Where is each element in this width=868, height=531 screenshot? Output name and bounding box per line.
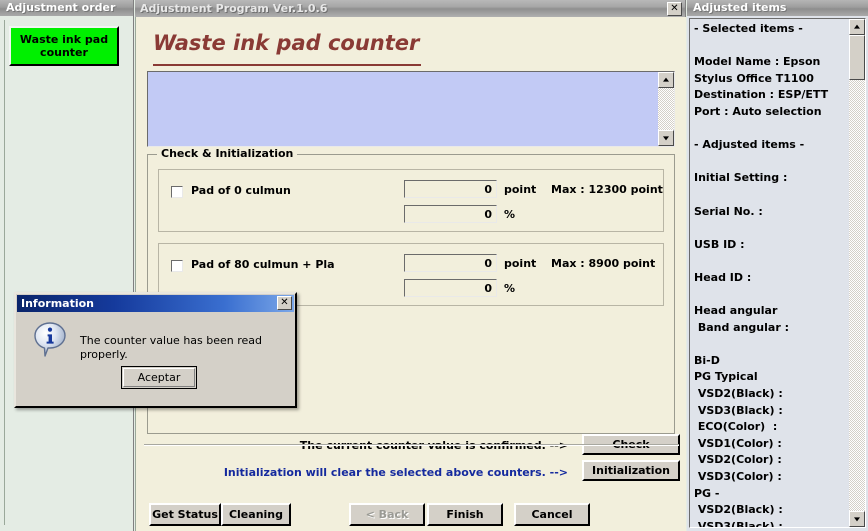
adjustment-order-caption: Adjustment order — [0, 0, 133, 16]
scroll-up-icon[interactable] — [849, 19, 865, 35]
scroll-down-icon[interactable] — [849, 511, 865, 527]
pad-1-point-field[interactable]: 0 — [404, 254, 497, 272]
information-dialog-title: Information — [21, 297, 94, 310]
pad-0-checkbox[interactable] — [171, 186, 183, 198]
adjustment-order-panel: Adjustment order Waste ink pad counter — [0, 0, 134, 531]
close-icon[interactable]: ✕ — [277, 296, 292, 310]
back-button: < Back — [349, 503, 425, 526]
adjusted-items-listbox[interactable]: - Selected items - Model Name : Epson St… — [689, 18, 866, 528]
pad-1-checkbox[interactable] — [171, 260, 183, 272]
waste-ink-pad-counter-button[interactable]: Waste ink pad counter — [9, 26, 119, 66]
main-window-titlebar: Adjustment Program Ver.1.0.6 ✕ — [135, 0, 685, 17]
main-window-body: Waste ink pad counter Check & Initializa… — [135, 17, 686, 531]
adjusted-items-text: - Selected items - Model Name : Epson St… — [694, 22, 829, 527]
information-dialog-message: The counter value has been read properly… — [80, 334, 263, 361]
accept-button-label: Aceptar — [123, 368, 195, 387]
pad-0-point-field[interactable]: 0 — [404, 180, 497, 198]
initialization-button[interactable]: Initialization — [582, 460, 680, 481]
pad-1-percent-unit: % — [504, 282, 516, 295]
pad-1-max-label: Max : 8900 point — [551, 257, 656, 270]
adjusted-items-caption: Adjusted items — [687, 0, 868, 16]
group-title: Check & Initialization — [157, 147, 298, 160]
cleaning-button[interactable]: Cleaning — [221, 503, 291, 526]
scrollbar-thumb[interactable] — [849, 35, 865, 80]
log-textarea-wrapper — [147, 71, 675, 147]
page-title-underline — [153, 64, 421, 66]
information-icon — [34, 322, 66, 358]
finish-button[interactable]: Finish — [427, 503, 503, 526]
scroll-down-icon[interactable] — [658, 130, 674, 146]
adjusted-items-scrollbar[interactable] — [849, 19, 865, 527]
cancel-button[interactable]: Cancel — [514, 503, 590, 526]
information-dialog: Information ✕ The counter value has been… — [14, 292, 297, 408]
page-title: Waste ink pad counter — [153, 31, 420, 55]
footer-divider — [144, 444, 679, 446]
information-dialog-titlebar: Information ✕ — [17, 295, 294, 312]
pad-0-percent-field[interactable]: 0 — [404, 205, 497, 223]
accept-button[interactable]: Aceptar — [121, 366, 197, 389]
log-scrollbar[interactable] — [658, 72, 674, 146]
application-window: Adjustment order Waste ink pad counter A… — [0, 0, 868, 531]
pad-1-percent-field[interactable]: 0 — [404, 279, 497, 297]
pad-1-point-unit: point — [504, 257, 537, 270]
pad-0-max-label: Max : 12300 point — [551, 183, 663, 196]
pad-0-percent-unit: % — [504, 208, 516, 221]
pad-0-point-unit: point — [504, 183, 537, 196]
log-textarea[interactable] — [148, 72, 658, 146]
adjustment-order-list: Waste ink pad counter — [4, 20, 130, 525]
get-status-button[interactable]: Get Status — [149, 503, 221, 526]
adjusted-items-panel: Adjusted items - Selected items - Model … — [687, 0, 868, 531]
pad-row: Pad of 0 culmun 0 point Max : 12300 poin… — [158, 169, 664, 232]
main-window: Adjustment Program Ver.1.0.6 ✕ Waste ink… — [135, 0, 686, 531]
main-window-title: Adjustment Program Ver.1.0.6 — [140, 2, 328, 15]
initialization-hint-text: Initialization will clear the selected a… — [223, 466, 568, 479]
pad-0-label: Pad of 0 culmun — [191, 184, 291, 197]
close-icon[interactable]: ✕ — [667, 2, 682, 16]
scroll-up-icon[interactable] — [658, 72, 674, 88]
pad-1-label: Pad of 80 culmun + Pla — [191, 258, 335, 271]
